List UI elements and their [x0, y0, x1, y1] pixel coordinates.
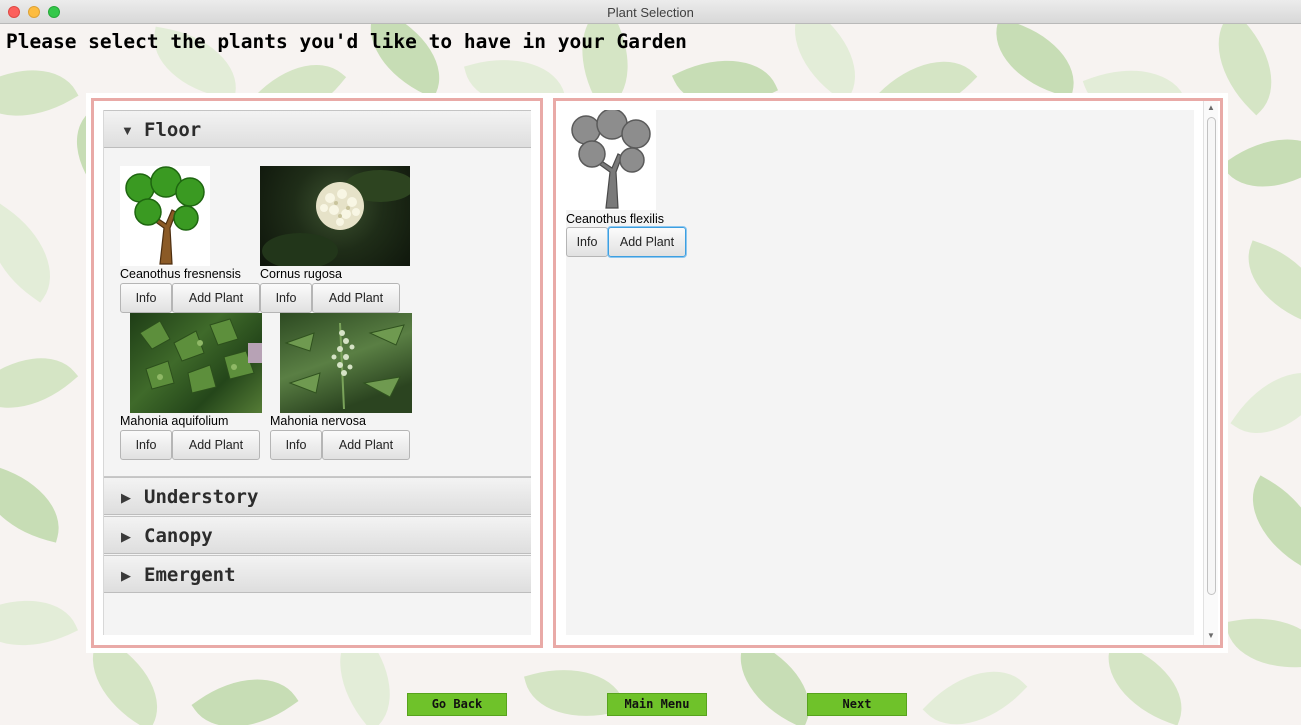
floor-plant-list: Ceanothus fresnensis Info Add Plant Corn…	[104, 150, 531, 477]
plant-image	[566, 110, 656, 210]
accordion-header-floor[interactable]: ▼ Floor	[104, 110, 531, 148]
accordion-title: Floor	[144, 119, 202, 141]
layer-accordion: ▼ Floor Ceanothus fresnensis Info Add Pl…	[103, 110, 531, 635]
accordion-title: Emergent	[144, 564, 236, 586]
plant-name: Mahonia aquifolium	[120, 414, 229, 428]
window-title: Plant Selection	[607, 5, 694, 20]
main-menu-button[interactable]: Main Menu	[607, 693, 707, 716]
expanded-triangle-icon: ▼	[121, 123, 134, 138]
next-button[interactable]: Next	[807, 693, 907, 716]
add-plant-button[interactable]: Add Plant	[312, 283, 400, 313]
selected-plants-area: Ceanothus flexilis Info Add Plant	[566, 110, 1194, 635]
scroll-up-icon[interactable]: ▲	[1204, 103, 1218, 112]
accordion-title: Understory	[144, 486, 259, 508]
plant-image	[120, 166, 210, 266]
window-titlebar: Plant Selection	[0, 0, 1301, 24]
accordion-title: Canopy	[144, 525, 213, 547]
info-button[interactable]: Info	[566, 227, 608, 257]
add-plant-button[interactable]: Add Plant	[608, 227, 686, 257]
scrollbar-thumb[interactable]	[1207, 117, 1216, 595]
plant-name: Ceanothus fresnensis	[120, 267, 241, 281]
plant-name: Mahonia nervosa	[270, 414, 366, 428]
info-button[interactable]: Info	[120, 430, 172, 460]
info-button[interactable]: Info	[120, 283, 172, 313]
page-heading: Please select the plants you'd like to h…	[6, 30, 687, 53]
add-plant-button[interactable]: Add Plant	[322, 430, 410, 460]
collapsed-triangle-icon: ▶	[121, 529, 131, 544]
info-button[interactable]: Info	[270, 430, 322, 460]
add-plant-button[interactable]: Add Plant	[172, 283, 260, 313]
go-back-button[interactable]: Go Back	[407, 693, 507, 716]
collapsed-triangle-icon: ▶	[121, 490, 131, 505]
plant-image	[280, 313, 412, 413]
vertical-scrollbar[interactable]: ▲ ▼	[1203, 101, 1218, 645]
plant-name: Cornus rugosa	[260, 267, 342, 281]
accordion-header-understory[interactable]: ▶ Understory	[104, 477, 531, 515]
accordion-header-canopy[interactable]: ▶ Canopy	[104, 516, 531, 554]
plant-image	[130, 313, 262, 413]
accordion-header-emergent[interactable]: ▶ Emergent	[104, 555, 531, 593]
plant-name: Ceanothus flexilis	[566, 212, 664, 226]
add-plant-button[interactable]: Add Plant	[172, 430, 260, 460]
collapsed-triangle-icon: ▶	[121, 568, 131, 583]
plant-image	[260, 166, 410, 266]
info-button[interactable]: Info	[260, 283, 312, 313]
scroll-down-icon[interactable]: ▼	[1204, 631, 1218, 640]
